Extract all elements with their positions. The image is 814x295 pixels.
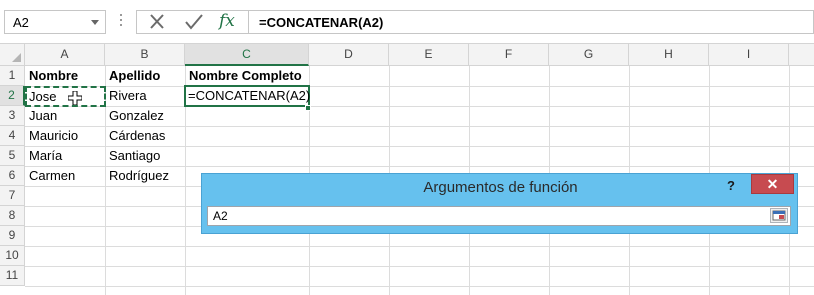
- row-header-6[interactable]: 6: [0, 166, 25, 186]
- spreadsheet-grid: A B C D E F G H I 1 2 3 4 5 6 7 8 9 10 1…: [0, 44, 814, 295]
- cell-b2[interactable]: Rivera: [106, 86, 185, 106]
- enter-icon: [185, 14, 203, 30]
- dialog-title: Argumentos de función: [423, 179, 578, 196]
- insert-function-icon[interactable]: fx: [219, 11, 235, 31]
- row-header-11[interactable]: 11: [0, 266, 25, 286]
- row-header-7[interactable]: 7: [0, 186, 25, 206]
- formula-text: =CONCATENAR(A2): [259, 15, 384, 30]
- name-box[interactable]: A2: [4, 10, 106, 34]
- cell-cursor-icon: [68, 91, 82, 105]
- cell-b1[interactable]: Apellido: [106, 66, 185, 86]
- column-header-g[interactable]: G: [549, 44, 629, 66]
- select-all-corner[interactable]: [0, 44, 25, 66]
- column-header-j[interactable]: [789, 44, 814, 66]
- column-header-f[interactable]: F: [469, 44, 549, 66]
- grip-icon[interactable]: [120, 14, 123, 30]
- fill-handle[interactable]: [305, 105, 311, 111]
- name-box-value: A2: [13, 15, 29, 30]
- row-header-10[interactable]: 10: [0, 246, 25, 266]
- chevron-down-icon[interactable]: [91, 20, 99, 25]
- enter-button[interactable]: [177, 11, 211, 33]
- row-header-3[interactable]: 3: [0, 106, 25, 126]
- cell-c2[interactable]: =CONCATENAR(A2): [184, 85, 310, 107]
- gridline: [25, 246, 814, 247]
- column-header-a[interactable]: A: [25, 44, 105, 66]
- row-header-4[interactable]: 4: [0, 126, 25, 146]
- gridline: [25, 266, 814, 267]
- gridline: [25, 286, 814, 287]
- close-icon: ✕: [766, 176, 779, 192]
- cell-a3[interactable]: Juan: [26, 106, 105, 126]
- cell-a6[interactable]: Carmen: [26, 166, 105, 186]
- cell-c1[interactable]: Nombre Completo: [186, 66, 309, 86]
- cell-a5[interactable]: María: [26, 146, 105, 166]
- column-header-b[interactable]: B: [105, 44, 185, 66]
- cancel-button[interactable]: [141, 11, 175, 33]
- range-collapse-icon: [772, 210, 786, 221]
- range-collapse-button[interactable]: [770, 208, 788, 223]
- row-header-9[interactable]: 9: [0, 226, 25, 246]
- formula-input[interactable]: =CONCATENAR(A2): [248, 10, 814, 34]
- cell-b4[interactable]: Cárdenas: [106, 126, 185, 146]
- column-header-d[interactable]: D: [309, 44, 389, 66]
- help-button[interactable]: ?: [727, 178, 735, 193]
- argument-value: A2: [213, 209, 228, 223]
- close-button[interactable]: ✕: [751, 174, 794, 194]
- cancel-icon: [150, 14, 164, 29]
- cell-a4[interactable]: Mauricio: [26, 126, 105, 146]
- formula-buttons: fx: [136, 10, 248, 34]
- formula-bar: A2 fx =CONCATENAR(A2): [0, 0, 814, 44]
- cell-a1[interactable]: Nombre: [26, 66, 105, 86]
- cell-b5[interactable]: Santiago: [106, 146, 185, 166]
- row-header-1[interactable]: 1: [0, 66, 25, 86]
- argument-input[interactable]: A2: [207, 206, 791, 226]
- row-header-5[interactable]: 5: [0, 146, 25, 166]
- cell-b3[interactable]: Gonzalez: [106, 106, 185, 126]
- column-header-h[interactable]: H: [629, 44, 709, 66]
- row-header-8[interactable]: 8: [0, 206, 25, 226]
- cell-b6[interactable]: Rodríguez: [106, 166, 185, 186]
- column-header-c[interactable]: C: [185, 44, 309, 66]
- row-header-2[interactable]: 2: [0, 86, 25, 106]
- column-header-e[interactable]: E: [389, 44, 469, 66]
- cell-a2[interactable]: Jose: [25, 86, 106, 107]
- column-header-i[interactable]: I: [709, 44, 789, 66]
